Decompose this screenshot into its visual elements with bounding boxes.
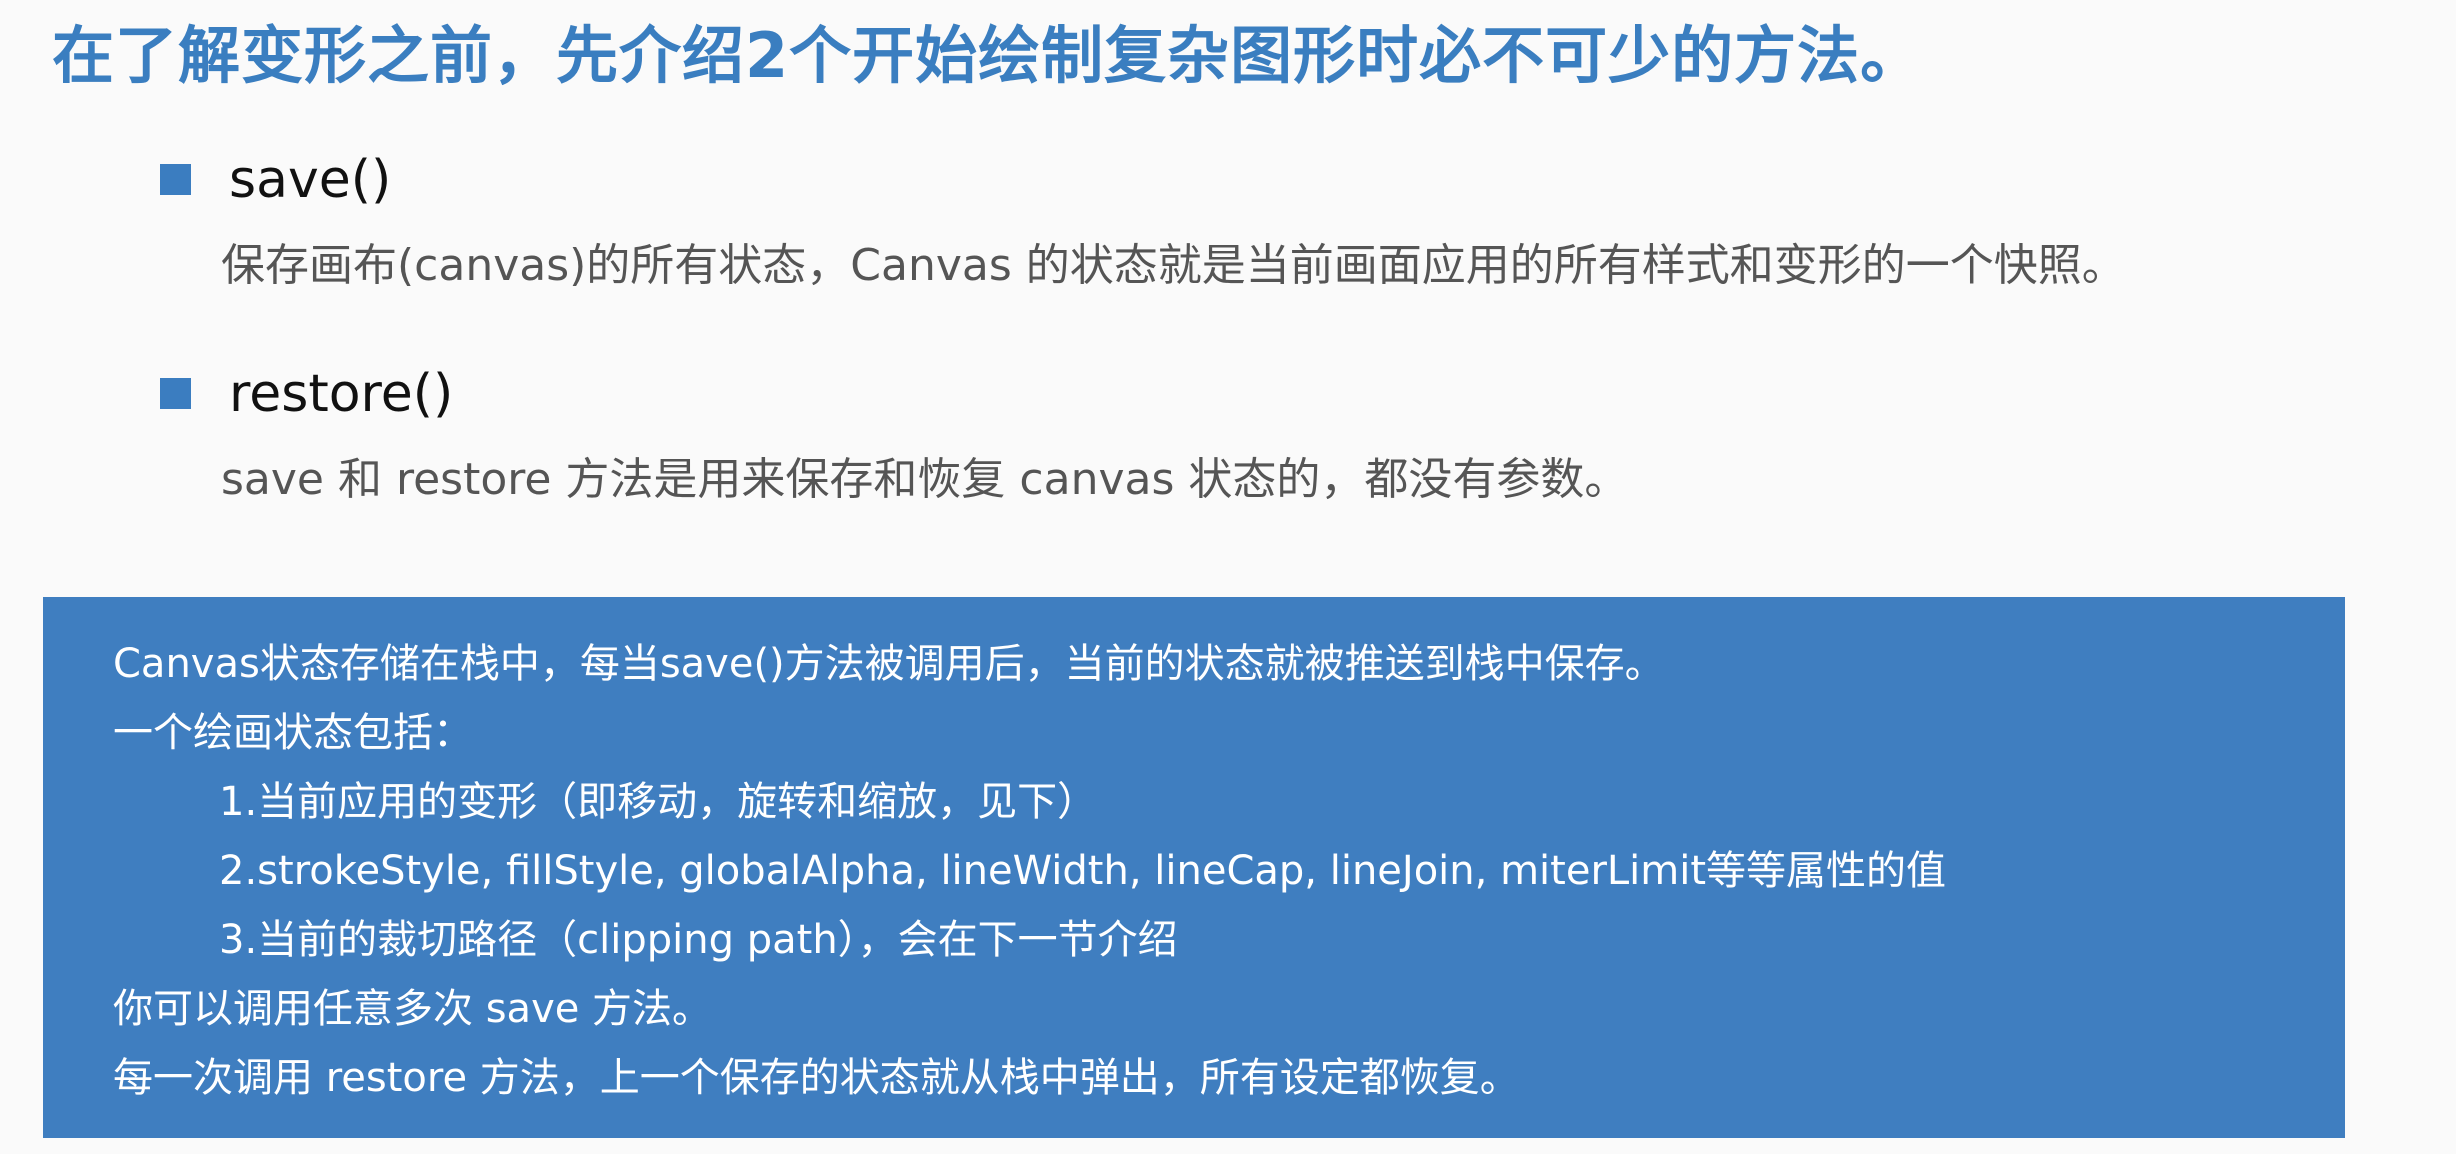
square-bullet-icon (160, 378, 191, 409)
method-description: save 和 restore 方法是用来保存和恢复 canvas 状态的，都没有… (221, 454, 1629, 505)
slide: 在了解变形之前，先介绍2个开始绘制复杂图形时必不可少的方法。 save() 保存… (0, 0, 2456, 1154)
method-description: 保存画布(canvas)的所有状态，Canvas 的状态就是当前画面应用的所有样… (221, 240, 2126, 291)
note-line: 你可以调用任意多次 save 方法。 (113, 986, 713, 1032)
square-bullet-icon (160, 164, 191, 195)
method-name: save() (229, 150, 392, 210)
note-line: 每一次调用 restore 方法，上一个保存的状态就从栈中弹出，所有设定都恢复。 (113, 1055, 1520, 1101)
method-name: restore() (229, 364, 454, 424)
note-list-item: 2.strokeStyle, fillStyle, globalAlpha, l… (219, 848, 1947, 894)
note-box: Canvas状态存储在栈中，每当save()方法被调用后，当前的状态就被推送到栈… (43, 597, 2345, 1138)
note-line: Canvas状态存储在栈中，每当save()方法被调用后，当前的状态就被推送到栈… (113, 641, 1665, 687)
note-line: 一个绘画状态包括： (113, 710, 473, 756)
note-list-item: 1.当前应用的变形（即移动，旋转和缩放，见下） (219, 779, 1098, 825)
slide-title: 在了解变形之前，先介绍2个开始绘制复杂图形时必不可少的方法。 (52, 19, 1924, 92)
note-list-item: 3.当前的裁切路径（clipping path），会在下一节介绍 (219, 917, 1178, 963)
